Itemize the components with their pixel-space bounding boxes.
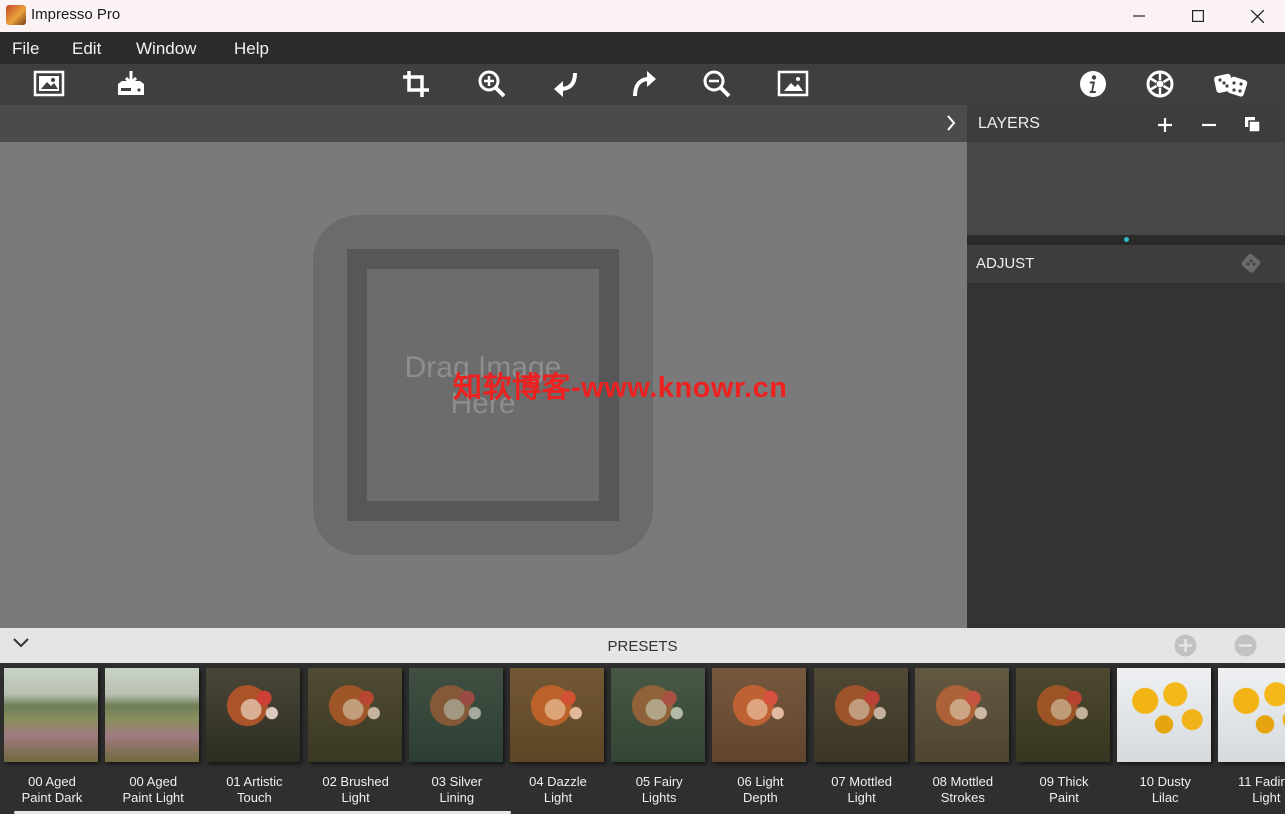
canvas-header [0, 105, 967, 142]
maximize-button[interactable] [1175, 0, 1221, 32]
preset-label: 00 Aged Paint Light [122, 774, 184, 805]
preset-label: 10 Dusty Lilac [1139, 774, 1191, 805]
zoom-out-button[interactable] [699, 67, 735, 101]
rotate-left-button[interactable] [549, 67, 585, 101]
menu-window[interactable]: Window [136, 39, 196, 59]
duplicate-layer-button[interactable] [1243, 115, 1263, 135]
zoom-in-icon [478, 70, 506, 98]
save-button[interactable] [113, 67, 149, 101]
preset-label: 03 Silver Lining [431, 774, 483, 805]
chevron-right-icon [947, 115, 956, 131]
title-bar [0, 0, 1285, 32]
add-circle-icon [1174, 634, 1197, 657]
close-icon [1250, 9, 1264, 23]
adjust-random-button[interactable] [1240, 253, 1262, 275]
preset-item[interactable]: 00 Aged Paint Dark [4, 668, 100, 805]
preset-item[interactable]: 11 Fading Light [1218, 668, 1285, 805]
random-button[interactable] [1213, 67, 1249, 101]
window-title: Impresso Pro [31, 6, 121, 23]
remove-circle-icon [1234, 634, 1257, 657]
preset-thumbnail [712, 668, 807, 762]
menu-help[interactable]: Help [234, 39, 269, 59]
maximize-icon [1192, 10, 1204, 22]
info-button[interactable] [1075, 67, 1111, 101]
preset-label: 04 Dazzle Light [529, 774, 587, 805]
open-image-icon [33, 70, 65, 97]
preset-item[interactable]: 06 Light Depth [712, 668, 808, 805]
watermark-text: 知软博客-www.knowr.cn [453, 372, 788, 404]
splitter-handle[interactable] [1124, 237, 1129, 242]
preset-thumbnail [510, 668, 604, 762]
zoom-out-icon [703, 70, 731, 98]
preset-thumbnail [611, 668, 706, 762]
remove-layer-button[interactable] [1199, 115, 1219, 135]
random-icon [1214, 73, 1248, 97]
rotate-right-icon [633, 71, 656, 97]
preset-label: 07 Mottled Light [831, 774, 892, 805]
minus-icon [1202, 123, 1216, 127]
preset-thumbnail [105, 668, 200, 762]
preset-thumbnail [307, 668, 402, 762]
preset-item[interactable]: 03 Silver Lining [408, 668, 505, 805]
preset-item[interactable]: 00 Aged Paint Light [105, 668, 201, 805]
preset-label: 08 Mottled Strokes [932, 774, 994, 805]
close-button[interactable] [1234, 0, 1280, 32]
preset-thumbnail [408, 668, 503, 762]
dice-icon [1241, 253, 1261, 273]
open-image-button[interactable] [31, 67, 67, 101]
add-preset-button[interactable] [1174, 634, 1197, 657]
preset-label: 06 Light Depth [737, 774, 784, 805]
presets-title: PRESETS [607, 638, 678, 655]
preset-label: 02 Brushed Light [322, 774, 389, 805]
preset-item[interactable]: 02 Brushed Light [307, 668, 404, 805]
preset-label: 11 Fading Light [1237, 774, 1285, 805]
preset-thumbnail [4, 668, 98, 762]
preset-item[interactable]: 05 Fairy Lights [611, 668, 707, 805]
preset-thumbnail [1016, 668, 1110, 762]
preset-label: 09 Thick Paint [1039, 774, 1089, 805]
preset-thumbnail [206, 668, 301, 762]
preset-item[interactable]: 09 Thick Paint [1016, 668, 1112, 805]
preset-label: 00 Aged Paint Dark [21, 774, 83, 805]
preset-item[interactable]: 04 Dazzle Light [510, 668, 606, 805]
settings-button[interactable] [1142, 67, 1178, 101]
fit-image-icon [777, 70, 809, 97]
preset-thumbnail [914, 668, 1009, 762]
minimize-icon [1133, 15, 1145, 17]
app-logo-icon [6, 5, 26, 25]
preset-item[interactable]: 08 Mottled Strokes [914, 668, 1011, 805]
minimize-button[interactable] [1116, 0, 1162, 32]
rotate-left-icon [554, 72, 577, 97]
preset-thumbnail [813, 668, 908, 762]
preset-thumbnail [1218, 668, 1285, 762]
save-icon [118, 71, 144, 95]
menu-edit[interactable]: Edit [72, 39, 101, 59]
fit-image-button[interactable] [775, 67, 811, 101]
layers-title: LAYERS [978, 115, 1040, 132]
plus-icon [1158, 118, 1172, 132]
preset-label: 01 Artistic Touch [226, 774, 283, 805]
settings-icon [1146, 70, 1174, 98]
info-icon [1080, 71, 1106, 97]
adjust-title: ADJUST [976, 255, 1035, 272]
zoom-in-button[interactable] [474, 67, 510, 101]
layers-list[interactable] [967, 142, 1285, 235]
preset-item[interactable]: 10 Dusty Lilac [1117, 668, 1213, 805]
preset-thumbnail [1117, 668, 1212, 762]
duplicate-icon [1245, 117, 1261, 133]
preset-item[interactable]: 07 Mottled Light [813, 668, 910, 805]
preset-label: 05 Fairy Lights [635, 774, 683, 805]
rotate-right-button[interactable] [625, 67, 661, 101]
crop-button[interactable] [398, 67, 434, 101]
expand-panel-button[interactable] [940, 112, 962, 134]
menu-file[interactable]: File [12, 39, 39, 59]
remove-preset-button[interactable] [1234, 634, 1257, 657]
crop-icon [403, 71, 429, 97]
add-layer-button[interactable] [1155, 115, 1175, 135]
preset-item[interactable]: 01 Artistic Touch [206, 668, 302, 805]
